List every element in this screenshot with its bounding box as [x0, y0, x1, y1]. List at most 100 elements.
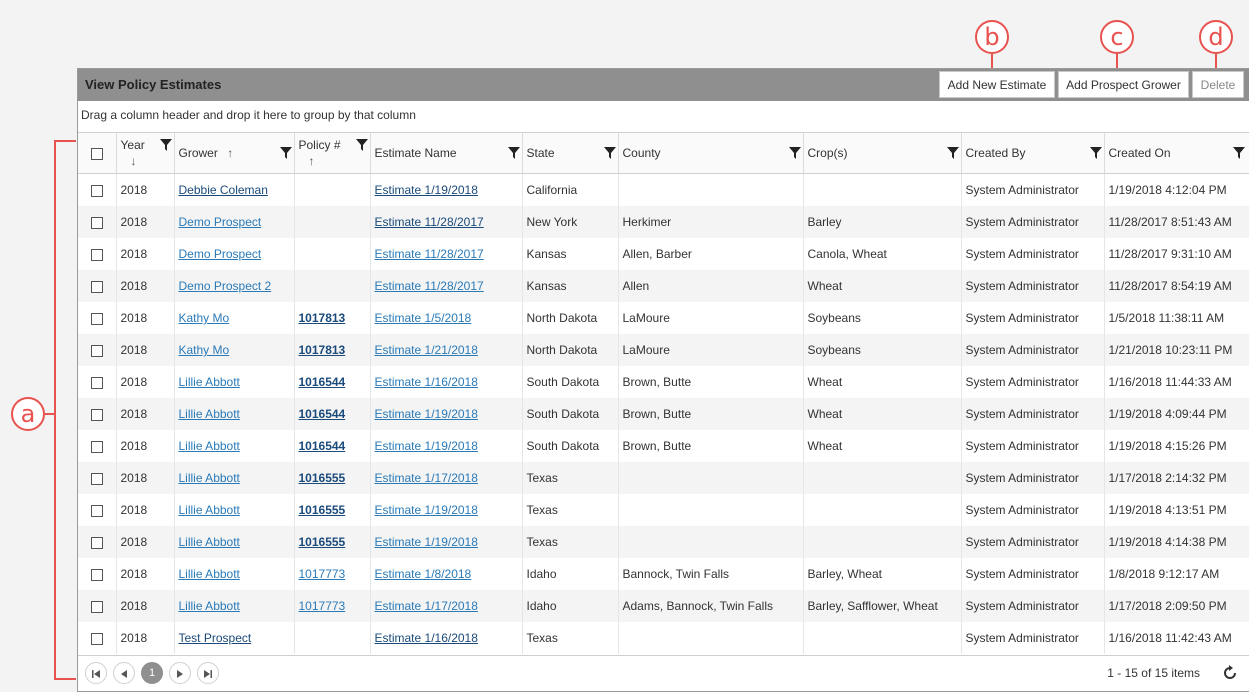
filter-icon[interactable]: [159, 139, 172, 151]
row-checkbox[interactable]: [90, 376, 103, 389]
column-header-county[interactable]: County: [617, 132, 803, 174]
grower-link[interactable]: Demo Prospect: [179, 215, 262, 229]
estimate-name-link[interactable]: Estimate 1/19/2018: [375, 503, 478, 517]
table-row[interactable]: 2018 Demo Prospect Estimate 11/28/2017 New …: [78, 206, 1249, 238]
row-checkbox[interactable]: [90, 472, 103, 485]
row-checkbox[interactable]: [90, 504, 103, 517]
table-row[interactable]: 2018 Demo Prospect Estimate 11/28/2017 Kans…: [78, 238, 1249, 270]
policy-link[interactable]: 1017773: [299, 567, 346, 581]
table-row[interactable]: 2018 Lillie Abbott 1016555 Estimate 1/19/20…: [78, 494, 1249, 526]
policy-link[interactable]: 1017813: [299, 311, 346, 325]
grower-link[interactable]: Lillie Abbott: [179, 535, 240, 549]
grower-link[interactable]: Lillie Abbott: [179, 503, 240, 517]
row-checkbox[interactable]: [90, 408, 103, 421]
table-row[interactable]: 2018 Demo Prospect 2 Estimate 11/28/2017 Ka…: [78, 270, 1249, 302]
estimate-name-link[interactable]: Estimate 1/19/2018: [375, 407, 478, 421]
row-checkbox[interactable]: [90, 248, 103, 261]
previous-page-button[interactable]: [113, 662, 135, 684]
policy-link[interactable]: 1016544: [299, 375, 346, 389]
table-row[interactable]: 2018 Kathy Mo 1017813 Estimate 1/5/2018 Nort…: [78, 302, 1249, 334]
grower-link[interactable]: Demo Prospect 2: [179, 279, 272, 293]
table-row[interactable]: 2018 Lillie Abbott 1016544 Estimate 1/19/20…: [78, 430, 1249, 462]
grower-link[interactable]: Lillie Abbott: [179, 407, 240, 421]
policy-link[interactable]: 1017813: [299, 343, 346, 357]
policy-link[interactable]: 1016555: [299, 535, 346, 549]
grower-link[interactable]: Lillie Abbott: [179, 439, 240, 453]
policy-link[interactable]: 1016544: [299, 407, 346, 421]
table-row[interactable]: 2018 Kathy Mo 1017813 Estimate 1/21/2018 Nor…: [78, 334, 1249, 366]
delete-button[interactable]: Delete: [1192, 71, 1244, 98]
row-checkbox[interactable]: [90, 600, 103, 613]
row-checkbox[interactable]: [90, 344, 103, 357]
row-checkbox[interactable]: [90, 184, 103, 197]
grower-link[interactable]: Test Prospect: [179, 631, 252, 645]
column-header-grower[interactable]: Grower ↑: [173, 132, 294, 174]
grower-link[interactable]: Lillie Abbott: [179, 375, 240, 389]
page-number-button[interactable]: 1: [141, 662, 163, 684]
filter-icon[interactable]: [355, 139, 368, 151]
row-checkbox[interactable]: [90, 312, 103, 325]
filter-icon[interactable]: [603, 147, 616, 159]
estimate-name-link[interactable]: Estimate 1/19/2018: [375, 183, 478, 197]
column-header-policy[interactable]: Policy # ↑: [293, 132, 370, 174]
row-checkbox[interactable]: [90, 216, 103, 229]
group-by-drop-area[interactable]: Drag a column header and drop it here to…: [81, 108, 416, 122]
table-row[interactable]: 2018 Lillie Abbott 1016544 Estimate 1/19/20…: [78, 398, 1249, 430]
grower-link[interactable]: Kathy Mo: [179, 311, 230, 325]
filter-icon[interactable]: [507, 147, 520, 159]
estimate-name-link[interactable]: Estimate 1/21/2018: [375, 343, 478, 357]
estimate-name-link[interactable]: Estimate 1/19/2018: [375, 535, 478, 549]
filter-icon[interactable]: [946, 147, 959, 159]
estimate-name-link[interactable]: Estimate 11/28/2017: [375, 279, 484, 293]
filter-icon[interactable]: [1233, 147, 1245, 159]
column-header-state[interactable]: State: [521, 132, 618, 174]
estimate-name-link[interactable]: Estimate 1/8/2018: [375, 567, 472, 581]
filter-icon[interactable]: [788, 147, 801, 159]
next-page-button[interactable]: [169, 662, 191, 684]
row-checkbox[interactable]: [90, 536, 103, 549]
grower-link[interactable]: Lillie Abbott: [179, 567, 240, 581]
table-row[interactable]: 2018 Lillie Abbott 1016544 Estimate 1/16/20…: [78, 366, 1249, 398]
grower-link[interactable]: Lillie Abbott: [179, 599, 240, 613]
row-checkbox[interactable]: [90, 280, 103, 293]
grower-link[interactable]: Lillie Abbott: [179, 471, 240, 485]
table-row[interactable]: 2018 Debbie Coleman Estimate 1/19/2018 Cali…: [78, 173, 1249, 206]
table-row[interactable]: 2018 Lillie Abbott 1016555 Estimate 1/19/20…: [78, 526, 1249, 558]
column-header-year[interactable]: Year ↓: [115, 132, 174, 174]
estimate-name-link[interactable]: Estimate 1/16/2018: [375, 375, 478, 389]
column-header-created-on[interactable]: Created On: [1103, 132, 1249, 174]
column-header-created-by[interactable]: Created By: [960, 132, 1104, 174]
policy-link[interactable]: 1016544: [299, 439, 346, 453]
estimate-name-link[interactable]: Estimate 1/17/2018: [375, 599, 478, 613]
table-row[interactable]: 2018 Test Prospect Estimate 1/16/2018 Texas…: [78, 622, 1249, 654]
add-new-estimate-button[interactable]: Add New Estimate: [939, 71, 1055, 98]
policy-link[interactable]: 1016555: [299, 471, 346, 485]
grower-link[interactable]: Debbie Coleman: [179, 183, 268, 197]
policy-link[interactable]: 1016555: [299, 503, 346, 517]
select-all-checkbox[interactable]: [90, 147, 103, 160]
policy-link[interactable]: 1017773: [299, 599, 346, 613]
grower-link[interactable]: Kathy Mo: [179, 343, 230, 357]
first-page-button[interactable]: [85, 662, 107, 684]
grower-link[interactable]: Demo Prospect: [179, 247, 262, 261]
row-checkbox[interactable]: [90, 632, 103, 645]
table-row[interactable]: 2018 Lillie Abbott 1017773 Estimate 1/17/20…: [78, 590, 1249, 622]
filter-icon[interactable]: [1089, 147, 1102, 159]
estimate-name-link[interactable]: Estimate 11/28/2017: [375, 215, 484, 229]
row-checkbox[interactable]: [90, 568, 103, 581]
refresh-icon[interactable]: [1221, 664, 1239, 682]
estimate-name-link[interactable]: Estimate 11/28/2017: [375, 247, 484, 261]
row-checkbox[interactable]: [90, 440, 103, 453]
column-header-crops[interactable]: Crop(s): [802, 132, 961, 174]
table-row[interactable]: 2018 Lillie Abbott 1016555 Estimate 1/17/20…: [78, 462, 1249, 494]
add-prospect-grower-button[interactable]: Add Prospect Grower: [1058, 71, 1189, 98]
column-header-estimate-name[interactable]: Estimate Name: [369, 132, 522, 174]
estimate-name-link[interactable]: Estimate 1/17/2018: [375, 471, 478, 485]
estimate-name-link[interactable]: Estimate 1/19/2018: [375, 439, 478, 453]
table-row[interactable]: 2018 Lillie Abbott 1017773 Estimate 1/8/201…: [78, 558, 1249, 590]
cell-county: Brown, Butte: [617, 366, 803, 398]
estimate-name-link[interactable]: Estimate 1/16/2018: [375, 631, 478, 645]
filter-icon[interactable]: [279, 147, 292, 159]
estimate-name-link[interactable]: Estimate 1/5/2018: [375, 311, 472, 325]
last-page-button[interactable]: [197, 662, 219, 684]
